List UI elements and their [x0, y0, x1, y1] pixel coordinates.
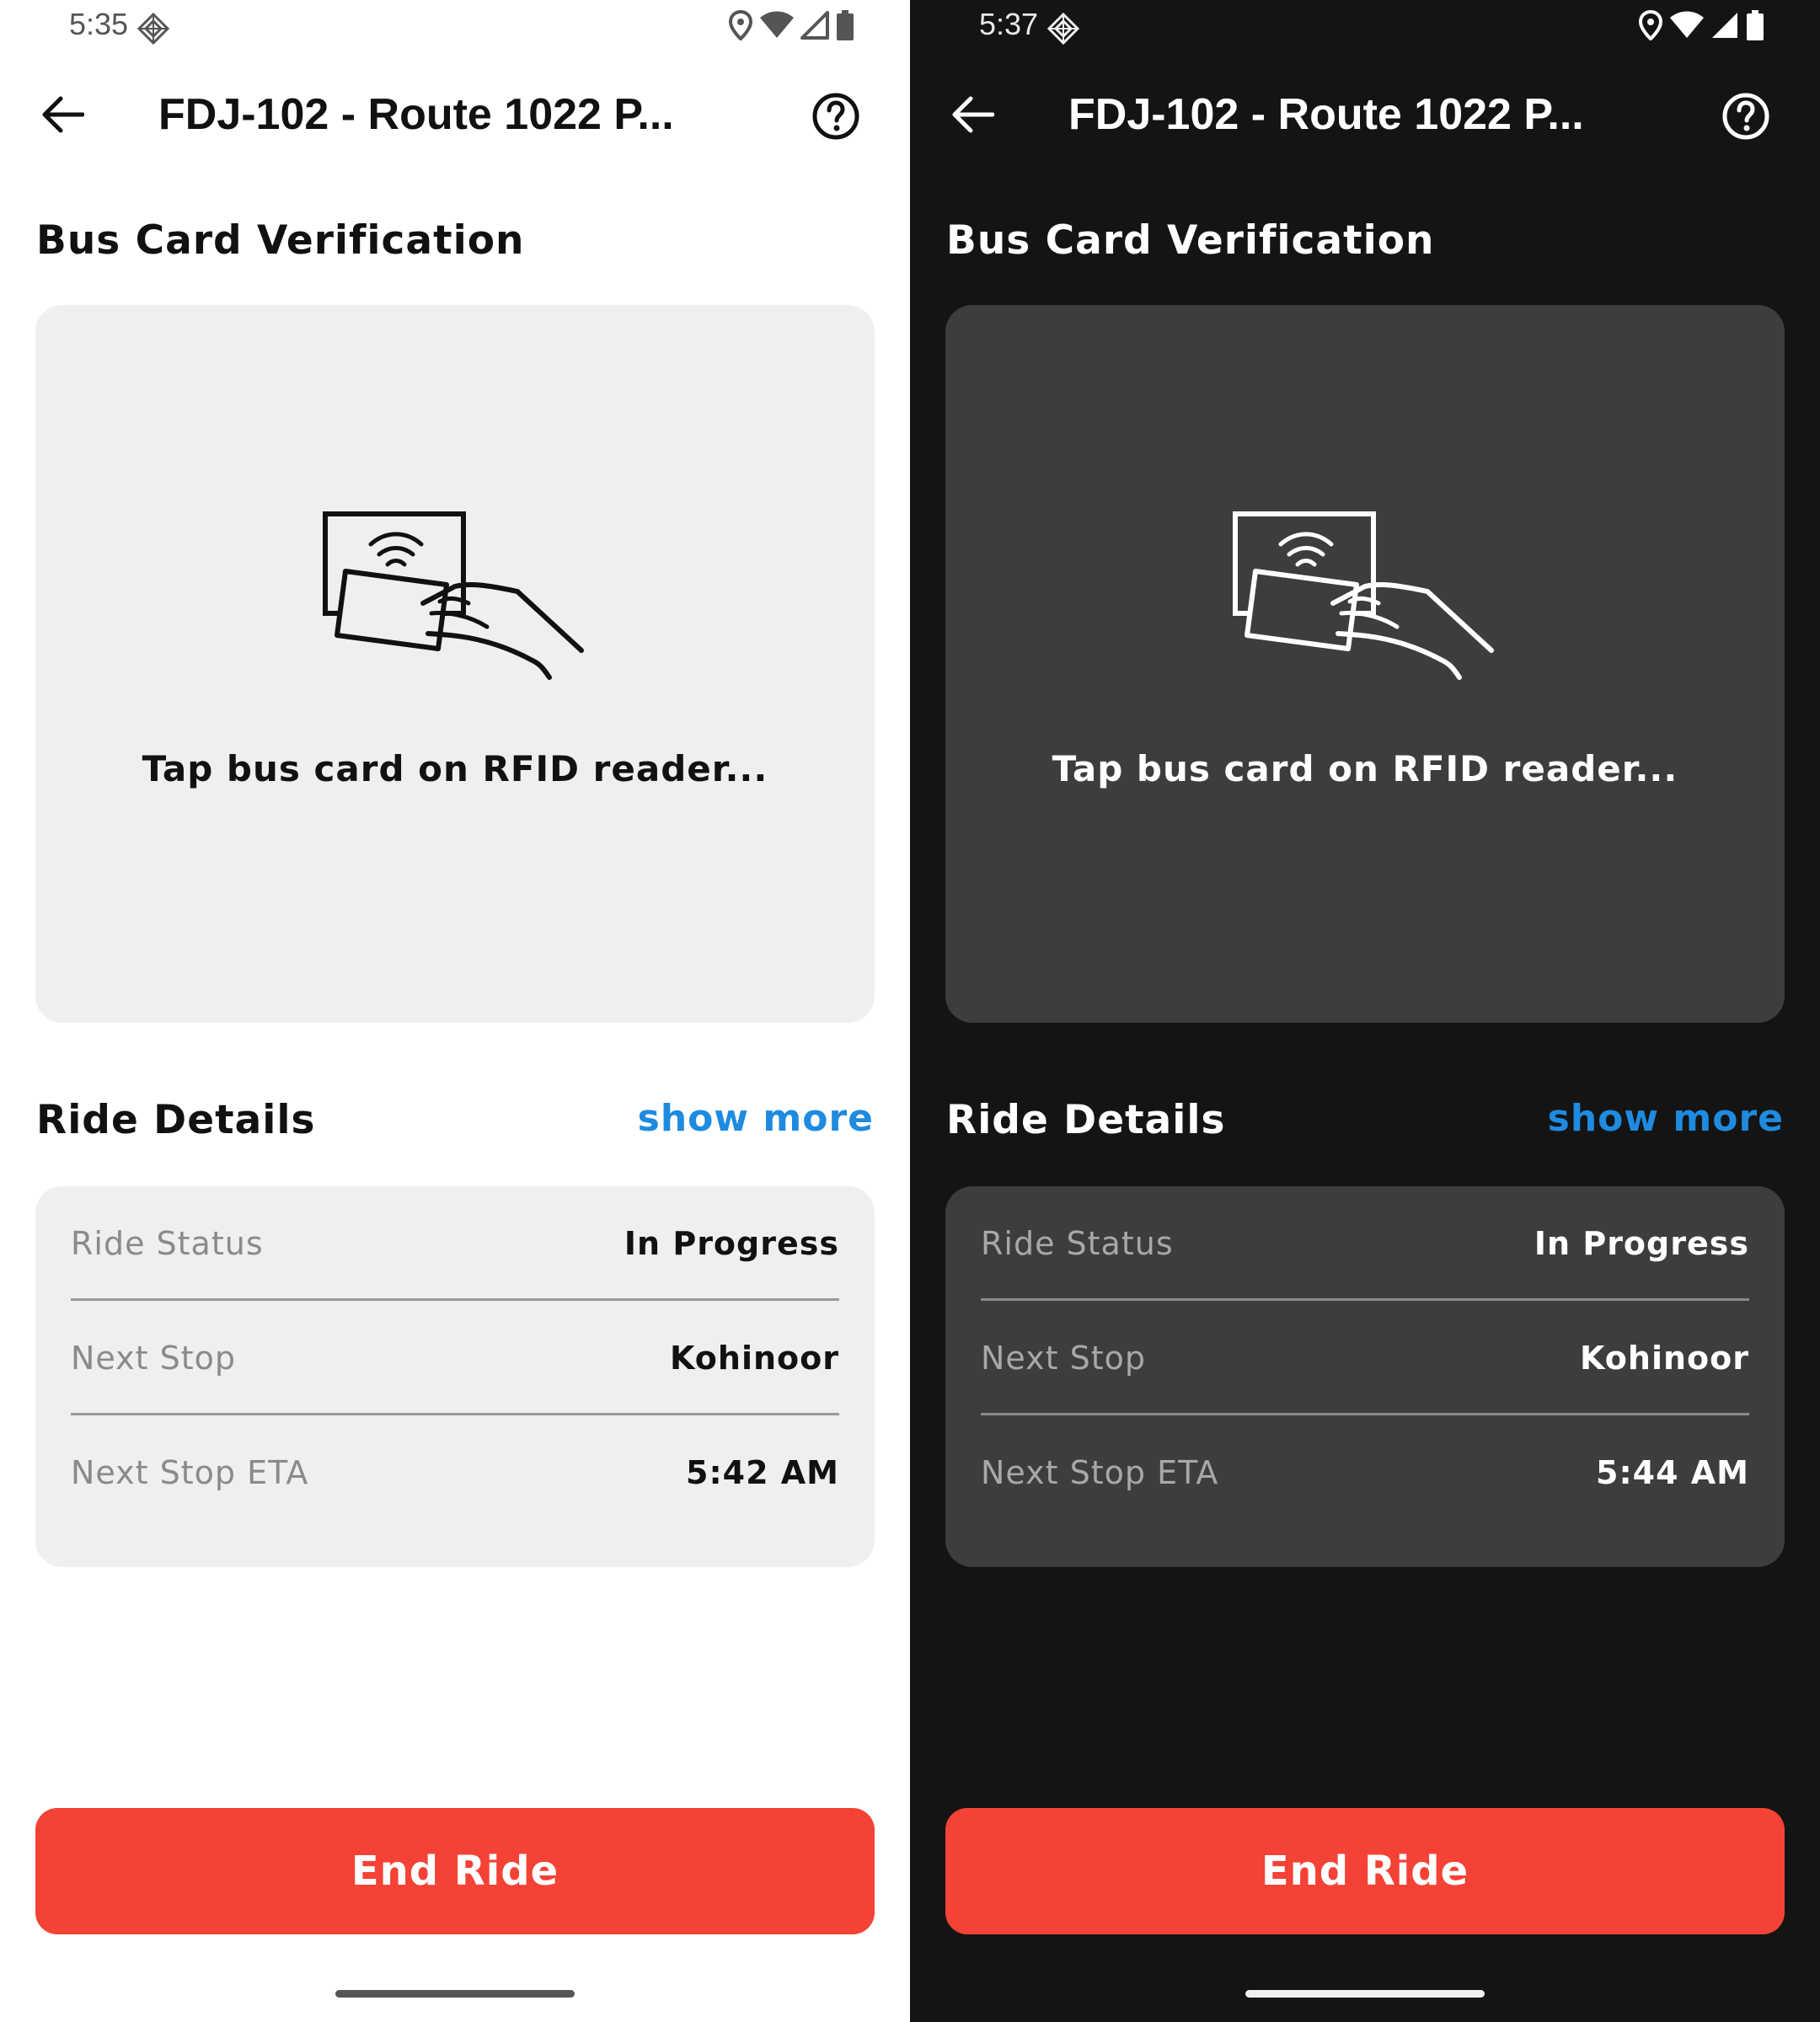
verification-card: Tap bus card on RFID reader... [35, 305, 875, 1023]
verification-card: Tap bus card on RFID reader... [945, 305, 1785, 1023]
next-stop-row: Next Stop Kohinoor [71, 1301, 839, 1415]
page-title: FDJ-102 - Route 1022 P... [158, 90, 674, 139]
help-button[interactable] [1721, 91, 1771, 142]
status-time: 5:35 [69, 7, 129, 41]
ride-status-label: Ride Status [71, 1225, 264, 1262]
wifi-icon [1670, 11, 1704, 38]
next-stop-label: Next Stop [981, 1340, 1146, 1377]
cell-signal-icon [1712, 13, 1737, 38]
status-bar: 5:37 [910, 0, 1820, 52]
status-bar: 5:35 [0, 0, 910, 52]
verification-instruction: Tap bus card on RFID reader... [142, 748, 768, 789]
help-circle-icon [812, 93, 859, 140]
back-button[interactable] [944, 89, 1003, 140]
next-stop-eta-label: Next Stop ETA [981, 1454, 1219, 1491]
next-stop-row: Next Stop Kohinoor [981, 1301, 1749, 1415]
back-button[interactable] [34, 89, 93, 140]
next-stop-eta-label: Next Stop ETA [71, 1454, 309, 1491]
home-indicator[interactable] [335, 1990, 575, 1998]
show-more-link[interactable]: show more [638, 1097, 874, 1140]
cell-signal-icon [800, 11, 829, 40]
ride-details-card: Ride Status In Progress Next Stop Kohino… [945, 1186, 1785, 1567]
next-stop-eta-row: Next Stop ETA 5:44 AM [981, 1415, 1749, 1530]
next-stop-eta-row: Next Stop ETA 5:42 AM [71, 1415, 839, 1530]
verification-instruction: Tap bus card on RFID reader... [1052, 748, 1678, 789]
verification-heading: Bus Card Verification [946, 217, 1435, 264]
wifi-icon [760, 11, 794, 38]
status-icons [728, 10, 854, 40]
next-stop-eta-value: 5:42 AM [686, 1454, 839, 1491]
ride-status-row: Ride Status In Progress [981, 1186, 1749, 1301]
app-bar: FDJ-102 - Route 1022 P... [0, 74, 910, 155]
rfid-card-tap-icon [1233, 511, 1494, 680]
battery-icon [1747, 10, 1764, 40]
app-bar: FDJ-102 - Route 1022 P... [910, 74, 1820, 155]
end-ride-button[interactable]: End Ride [35, 1808, 875, 1934]
next-stop-eta-value: 5:44 AM [1596, 1454, 1749, 1491]
screens-container: 5:35 FDJ-102 - Route 1022 P... Bus Card … [0, 0, 1820, 2022]
ride-details-heading: Ride Details [36, 1097, 316, 1143]
help-circle-icon [1722, 93, 1769, 140]
arrow-left-icon [952, 96, 994, 133]
rfid-card-tap-icon [323, 511, 584, 680]
ride-status-row: Ride Status In Progress [71, 1186, 839, 1301]
arrow-left-icon [42, 96, 84, 133]
location-icon [728, 10, 753, 40]
status-time: 5:37 [979, 7, 1039, 41]
ride-status-value: In Progress [624, 1225, 839, 1262]
next-stop-value: Kohinoor [670, 1340, 839, 1377]
show-more-link[interactable]: show more [1548, 1097, 1784, 1140]
battery-icon [837, 10, 854, 40]
location-icon [1638, 10, 1663, 40]
app-notification-icon [136, 12, 170, 45]
phone-screen-dark: 5:37 FDJ-102 - Route 1022 P... Bus Card … [910, 0, 1820, 2022]
end-ride-button[interactable]: End Ride [945, 1808, 1785, 1934]
ride-details-heading: Ride Details [946, 1097, 1226, 1143]
page-title: FDJ-102 - Route 1022 P... [1068, 90, 1584, 139]
next-stop-label: Next Stop [71, 1340, 236, 1377]
ride-details-card: Ride Status In Progress Next Stop Kohino… [35, 1186, 875, 1567]
status-icons [1638, 10, 1764, 40]
ride-status-label: Ride Status [981, 1225, 1174, 1262]
verification-heading: Bus Card Verification [36, 217, 525, 264]
ride-status-value: In Progress [1534, 1225, 1749, 1262]
home-indicator[interactable] [1245, 1990, 1485, 1998]
phone-screen-light: 5:35 FDJ-102 - Route 1022 P... Bus Card … [0, 0, 910, 2022]
app-notification-icon [1046, 12, 1080, 45]
help-button[interactable] [811, 91, 861, 142]
next-stop-value: Kohinoor [1580, 1340, 1749, 1377]
